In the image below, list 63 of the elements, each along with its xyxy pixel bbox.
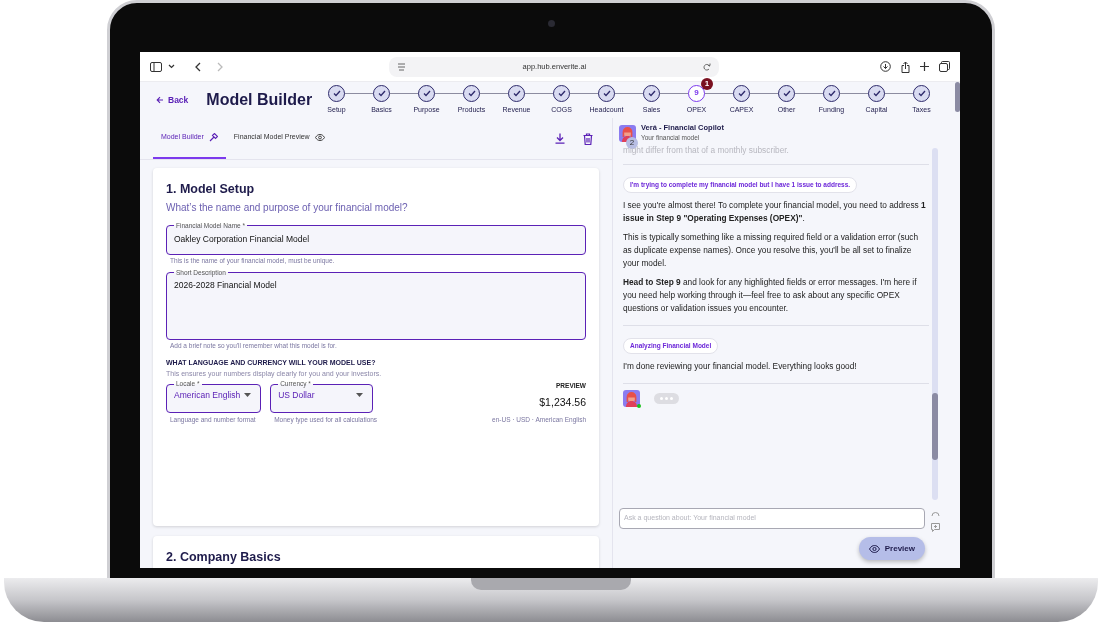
preview-value: $1,234.56 [539,395,586,410]
check-icon [557,89,566,97]
message-text: Head to Step 9 and look for any highlighted fields or error messages. I'm here if you need help working through it—feel free to ask about any specific OPEX questions or validation issues you encounter. [623,276,918,316]
section-subtitle: What’s the name and purpose of your financial model? [166,200,409,215]
step-indicator[interactable] [598,84,615,102]
chevron-down-icon[interactable] [168,64,175,69]
spinner-icon [931,510,940,517]
check-icon [422,89,431,97]
caret-icon [244,393,252,398]
step-indicator[interactable] [463,84,480,102]
check-icon [737,89,746,97]
hammer-icon [208,133,218,142]
avatar-icon [623,389,640,407]
download-icon[interactable] [880,61,891,72]
step-indicator[interactable] [643,84,660,102]
step-indicator[interactable]: 9 [688,84,705,102]
message-text: I see you're almost there! To complete your financial model, you need to address 1 issue in Step 9 "Operating Expenses (OPEX)". [623,199,927,226]
step-indicator[interactable] [328,84,345,102]
check-icon [917,89,926,97]
preview-button[interactable]: Preview [858,537,925,560]
check-icon [377,89,386,97]
page-title: Model Builder [206,90,313,110]
back-icon[interactable] [195,61,201,72]
arrow-left-icon [156,96,164,104]
section-title: 1. Model Setup [166,181,256,198]
eye-icon [868,544,880,553]
reload-icon[interactable] [703,62,711,71]
check-icon [467,89,476,97]
scrollbar-thumb [932,393,938,460]
tabs-icon[interactable] [939,61,950,72]
share-icon[interactable] [901,60,910,73]
scrollbar-thumb [955,82,960,112]
step-indicator[interactable] [508,84,525,102]
section-title: 2. Company Basics [166,549,282,566]
back-link[interactable]: Back [156,93,189,107]
check-icon [647,89,656,97]
sidebar-icon[interactable] [150,61,162,72]
caret-icon [356,393,364,398]
message-text: I'm done reviewing your financial model. Everything looks good! [623,359,857,373]
step-indicator[interactable] [913,84,930,102]
download-icon[interactable] [555,133,565,144]
trash-icon[interactable] [583,132,593,145]
step-indicator[interactable] [823,84,840,102]
check-icon [872,89,881,97]
step-indicator[interactable] [733,84,750,102]
comment-add-icon[interactable] [931,523,940,532]
step-indicator[interactable] [373,84,390,102]
check-icon [512,89,521,97]
plus-icon[interactable] [920,62,929,71]
avatar-icon [619,124,636,142]
step-indicator[interactable] [778,84,795,102]
eye-icon [314,134,325,141]
check-icon [332,89,341,97]
check-icon [602,89,611,97]
page-icon [397,62,406,71]
step-indicator[interactable] [868,84,885,102]
check-icon [782,89,791,97]
step-indicator[interactable] [418,84,435,102]
step-indicator[interactable] [553,84,570,102]
step-number: 9 [694,89,699,98]
message-text: This is typically something like a missing required field or a validation error (such as duplicate expense names). Once you resolve this, you'll be all set to finalize your model. [623,231,920,271]
typing-indicator [654,392,679,404]
check-icon [827,89,836,97]
